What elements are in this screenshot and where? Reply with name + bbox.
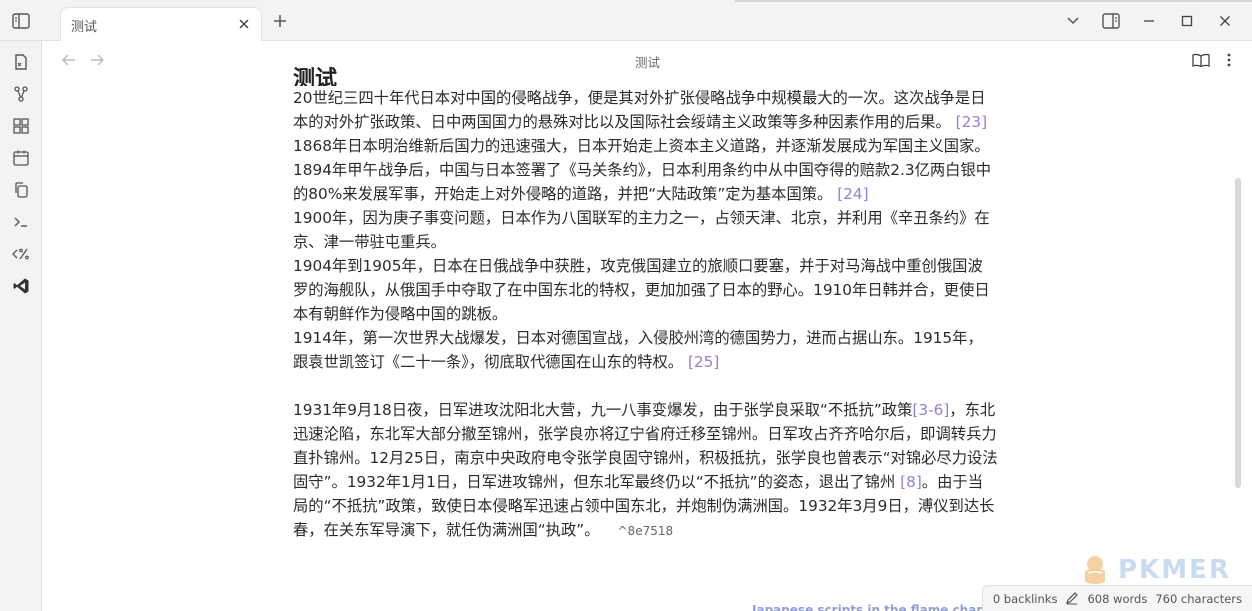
citation-link[interactable]: [3-6] <box>912 401 949 419</box>
paragraph[interactable]: 1868年日本明治维新后国力的迅速强大，日本开始走上资本主义道路，并逐渐发展成为… <box>293 134 998 158</box>
watermark-text: PKMER <box>1118 555 1231 585</box>
pkmer-logo-icon <box>1085 556 1105 584</box>
sidebar-toggle-icon[interactable] <box>10 11 32 31</box>
character-count: 760 characters <box>1155 591 1242 606</box>
open-quick-switcher-icon[interactable] <box>9 50 33 74</box>
bottom-strip-text: Japanese scripts in the flame chart <box>752 603 988 611</box>
paragraph-text: 1904年到1905年，日本在日俄战争中获胜，攻克俄国建立的旅顺口要塞，并于对马… <box>293 257 990 323</box>
canvas-icon[interactable] <box>9 114 33 138</box>
status-bar: 0 backlinks 608 words 760 characters <box>981 585 1252 611</box>
paragraph-text: 1868年日本明治维新后国力的迅速强大，日本开始走上资本主义道路，并逐渐发展成为… <box>293 137 990 155</box>
vscode-icon[interactable] <box>9 274 33 298</box>
scrollbar[interactable] <box>1235 178 1241 488</box>
citation-link[interactable]: [8] <box>900 473 922 491</box>
word-count: 608 words <box>1087 591 1148 606</box>
right-sidebar-toggle-icon[interactable] <box>1092 8 1130 34</box>
paragraph-text: 20世纪三四十年代日本对中国的侵略战争，便是其对外扩张侵略战争中规模最大的一次。… <box>293 89 986 131</box>
paragraph-text: 1900年，因为庚子事变问题，日本作为八国联军的主力之一，占领天津、北京，并利用… <box>293 209 990 251</box>
paragraph[interactable]: 1894年甲午战争后，中国与日本签署了《马关条约》，日本利用条约中从中国夺得的赔… <box>293 158 998 206</box>
title-accent-line <box>735 0 1252 2</box>
copy-icon[interactable] <box>9 178 33 202</box>
window-close-icon[interactable] <box>1206 8 1244 34</box>
paragraph-text: 1894年甲午战争后，中国与日本签署了《马关条约》，日本利用条约中从中国夺得的赔… <box>293 161 992 203</box>
citation-link[interactable]: [23] <box>956 113 987 131</box>
tab-title: 测试 <box>71 20 98 35</box>
calendar-icon[interactable] <box>9 146 33 170</box>
citation-link[interactable]: [24] <box>837 185 868 203</box>
paragraph-text: 1914年，第一次世界大战爆发，日本对德国宣战，入侵胶州湾的德国势力，进而占据山… <box>293 329 983 371</box>
paragraph[interactable]: 1914年，第一次世界大战爆发，日本对德国宣战，入侵胶州湾的德国势力，进而占据山… <box>293 326 998 374</box>
minimize-icon[interactable] <box>1130 8 1168 34</box>
citation-link[interactable]: [25] <box>688 353 719 371</box>
paragraph[interactable]: 1931年9月18日夜，日军进攻沈阳北大营，九一八事变爆发，由于张学良采取“不抵… <box>293 398 998 543</box>
templater-icon[interactable] <box>9 242 33 266</box>
pencil-icon[interactable] <box>1065 591 1079 606</box>
terminal-icon[interactable] <box>9 210 33 234</box>
block-id: ^8e7518 <box>617 524 674 538</box>
document-heading: 测试 <box>293 67 338 86</box>
graph-view-icon[interactable] <box>9 82 33 106</box>
chevron-down-icon[interactable] <box>1054 8 1092 34</box>
paragraph[interactable]: 1900年，因为庚子事变问题，日本作为八国联军的主力之一，占领天津、北京，并利用… <box>293 206 998 254</box>
paragraph[interactable]: 20世纪三四十年代日本对中国的侵略战争，便是其对外扩张侵略战争中规模最大的一次。… <box>293 86 998 134</box>
paragraph-text: 1931年9月18日夜，日军进攻沈阳北大营，九一八事变爆发，由于张学良采取“不抵… <box>293 401 913 419</box>
tab-bar: 测试 <box>0 0 1252 41</box>
maximize-icon[interactable] <box>1168 8 1206 34</box>
document[interactable]: 测试 20世纪三四十年代日本对中国的侵略战争，便是其对外扩张侵略战争中规模最大的… <box>293 66 998 543</box>
editor-content[interactable]: 测试 20世纪三四十年代日本对中国的侵略战争，便是其对外扩张侵略战争中规模最大的… <box>43 66 1241 611</box>
tab-active[interactable]: 测试 <box>60 7 262 41</box>
paragraph[interactable]: 1904年到1905年，日本在日俄战争中获胜，攻克俄国建立的旅顺口要塞，并于对马… <box>293 254 998 326</box>
close-icon[interactable] <box>235 15 253 33</box>
new-tab-button[interactable] <box>270 11 290 31</box>
window-controls <box>1054 8 1244 34</box>
backlinks-count[interactable]: 0 backlinks <box>993 592 1058 606</box>
left-ribbon <box>0 41 42 611</box>
watermark: PKMER <box>1078 553 1231 587</box>
